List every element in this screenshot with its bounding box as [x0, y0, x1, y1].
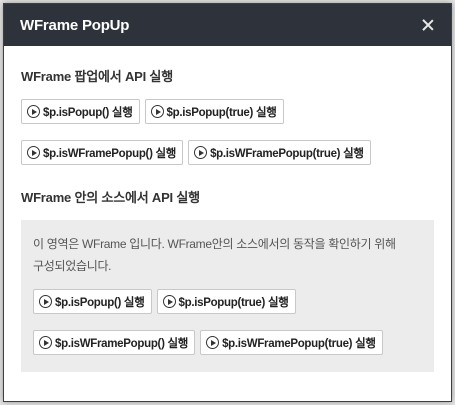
section-title-source-api: WFrame 안의 소스에서 API 실행 [21, 190, 200, 205]
button-row: $p.isWFramePopup() 실행 $p.isWFramePopup(t… [33, 330, 422, 355]
source-is-wframe-popup-button[interactable]: $p.isWFramePopup() 실행 [33, 330, 196, 355]
source-description-line: 구성되었습니다. [33, 259, 112, 273]
button-label: $p.isWFramePopup(true) 실행 [210, 147, 364, 160]
play-circle-icon [39, 295, 52, 308]
button-label: $p.isPopup() 실행 [43, 106, 133, 119]
button-label: $p.isWFramePopup() 실행 [55, 337, 189, 350]
popup-header: WFrame PopUp [4, 4, 451, 46]
button-label: $p.isPopup(true) 실행 [166, 106, 277, 119]
button-row: $p.isPopup() 실행 $p.isPopup(true) 실행 [33, 289, 422, 314]
popup-body: WFrame 팝업에서 API 실행 $p.isPopup() 실행 $p.is… [4, 46, 451, 372]
is-wframe-popup-button[interactable]: $p.isWFramePopup() 실행 [21, 140, 184, 165]
wframe-source-area: 이 영역은 WFrame 입니다. WFrame안의 소스에서의 동작을 확인하… [21, 220, 434, 372]
button-label: $p.isPopup() 실행 [55, 296, 145, 309]
button-label: $p.isWFramePopup() 실행 [43, 147, 177, 160]
play-circle-icon [27, 105, 40, 118]
play-circle-icon [39, 336, 52, 349]
source-is-popup-true-button[interactable]: $p.isPopup(true) 실행 [156, 289, 296, 314]
play-circle-icon [206, 336, 220, 349]
wframe-popup: WFrame PopUp WFrame 팝업에서 API 실행 $p.isPop… [3, 3, 452, 402]
source-description: 이 영역은 WFrame 입니다. WFrame안의 소스에서의 동작을 확인하… [33, 233, 422, 277]
play-circle-icon [27, 146, 40, 159]
is-popup-button[interactable]: $p.isPopup() 실행 [21, 99, 140, 124]
button-row: $p.isWFramePopup() 실행 $p.isWFramePopup(t… [21, 140, 434, 165]
section-title-popup-api: WFrame 팝업에서 API 실행 [21, 69, 173, 84]
play-circle-icon [194, 146, 208, 159]
is-wframe-popup-true-button[interactable]: $p.isWFramePopup(true) 실행 [188, 140, 371, 165]
popup-title: WFrame PopUp [20, 16, 130, 34]
close-icon[interactable] [419, 16, 437, 34]
button-label: $p.isPopup(true) 실행 [178, 296, 289, 309]
button-label: $p.isWFramePopup(true) 실행 [222, 337, 376, 350]
is-popup-true-button[interactable]: $p.isPopup(true) 실행 [144, 99, 284, 124]
source-is-wframe-popup-true-button[interactable]: $p.isWFramePopup(true) 실행 [200, 330, 383, 355]
play-circle-icon [162, 295, 176, 308]
source-description-line: 이 영역은 WFrame 입니다. WFrame안의 소스에서의 동작을 확인하… [33, 237, 396, 251]
button-row: $p.isPopup() 실행 $p.isPopup(true) 실행 [21, 99, 434, 124]
play-circle-icon [150, 105, 164, 118]
source-is-popup-button[interactable]: $p.isPopup() 실행 [33, 289, 152, 314]
